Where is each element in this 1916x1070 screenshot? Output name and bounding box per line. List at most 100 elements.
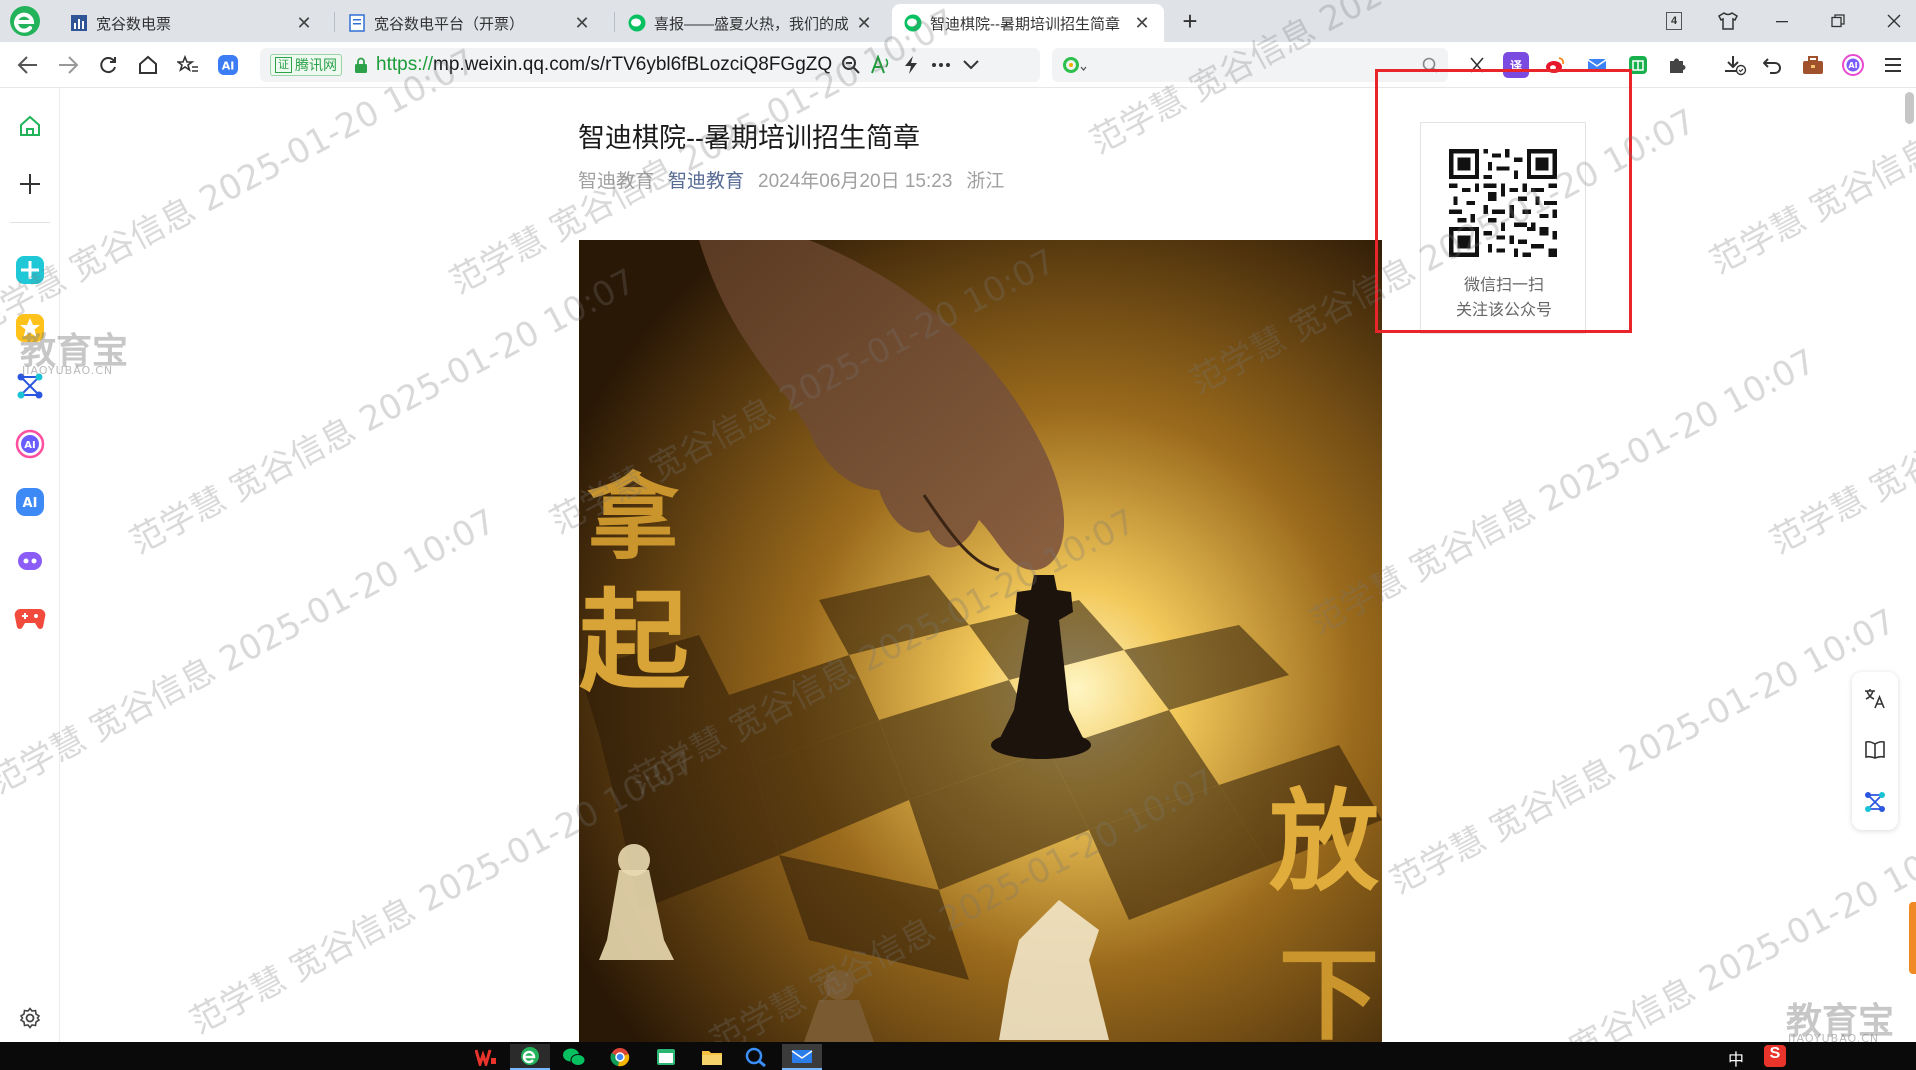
restore-button[interactable] bbox=[1818, 4, 1858, 38]
reload-button[interactable] bbox=[94, 51, 122, 79]
sidebar-app-ai[interactable]: AI bbox=[14, 486, 46, 518]
tab-title: 宽谷数电平台（开票） bbox=[374, 15, 525, 33]
toolbox-button[interactable] bbox=[1800, 52, 1826, 78]
taskbar-search-app[interactable] bbox=[736, 1044, 776, 1070]
taskbar-explorer[interactable] bbox=[692, 1044, 732, 1070]
read-aloud-button[interactable] bbox=[866, 50, 896, 80]
skin-button[interactable] bbox=[1708, 4, 1748, 38]
sidebar-settings[interactable] bbox=[14, 1002, 46, 1034]
chevron-down-icon bbox=[963, 60, 979, 70]
search-input[interactable] bbox=[1096, 52, 1396, 78]
close-icon[interactable]: ✕ bbox=[1132, 13, 1152, 33]
ai-ext-button[interactable]: AI bbox=[1840, 52, 1866, 78]
sidebar-app-cyan[interactable] bbox=[14, 254, 46, 286]
browser-icon bbox=[521, 1047, 539, 1065]
hero-text-xia: 下 bbox=[1279, 936, 1379, 1042]
tab-invoice[interactable]: 宽谷数电票 ✕ bbox=[58, 4, 326, 42]
home-icon bbox=[20, 115, 40, 136]
gear-icon bbox=[19, 1007, 41, 1029]
undo-close-button[interactable] bbox=[1760, 52, 1786, 78]
mail-icon bbox=[791, 1050, 813, 1063]
lock-icon[interactable] bbox=[354, 57, 368, 73]
shirt-icon bbox=[1718, 12, 1738, 30]
network-icon bbox=[1865, 792, 1885, 812]
close-window-button[interactable] bbox=[1874, 4, 1914, 38]
tab-title: 宽谷数电票 bbox=[96, 15, 172, 33]
tab-count-button[interactable]: 4 bbox=[1654, 4, 1694, 38]
svg-text:AI: AI bbox=[23, 496, 38, 511]
puzzle-icon bbox=[1670, 58, 1686, 73]
chart-favicon-icon bbox=[71, 15, 87, 31]
ai-assistant-button[interactable]: AI bbox=[214, 51, 242, 79]
minimize-button[interactable] bbox=[1762, 4, 1802, 38]
ime-indicator[interactable]: 中 bbox=[1728, 1046, 1744, 1070]
svg-text:AI: AI bbox=[1848, 61, 1857, 70]
watermark-text: 范学慧 宽谷信息 2025-01-20 10:07 bbox=[0, 501, 503, 803]
home-icon bbox=[139, 55, 157, 74]
speed-mode-button[interactable] bbox=[896, 50, 926, 80]
lightning-icon bbox=[905, 56, 917, 74]
watermark-text: 范学慧 宽谷信息 2025-01-20 10:07 bbox=[1763, 261, 1916, 563]
browser-logo-icon[interactable] bbox=[8, 4, 42, 38]
zoom-button[interactable] bbox=[836, 50, 866, 80]
tab-invoice-platform[interactable]: 宽谷数电平台（开票） ✕ bbox=[336, 4, 604, 42]
close-icon[interactable]: ✕ bbox=[854, 13, 874, 33]
tab-title: 智迪棋院--暑期培训招生简章 bbox=[930, 15, 1120, 33]
taskbar-wps[interactable] bbox=[466, 1044, 506, 1070]
sidebar-app-ai-chat[interactable]: AI bbox=[14, 428, 46, 460]
back-button[interactable] bbox=[14, 51, 42, 79]
chrome-icon bbox=[610, 1048, 630, 1067]
reader-mode-button[interactable] bbox=[1861, 736, 1889, 764]
robot-icon bbox=[18, 552, 42, 570]
sogou-ime-icon[interactable]: S bbox=[1764, 1045, 1786, 1067]
downloads-button[interactable] bbox=[1722, 52, 1748, 78]
close-icon[interactable]: ✕ bbox=[572, 13, 592, 33]
taskbar-app-window[interactable] bbox=[646, 1044, 686, 1070]
wechat-favicon-icon bbox=[628, 14, 646, 32]
sidebar-app-bot[interactable] bbox=[14, 544, 46, 576]
tab-wechat-news[interactable]: 喜报——盛夏火热，我们的成 ✕ bbox=[616, 4, 886, 42]
taskbar-browser[interactable] bbox=[510, 1044, 550, 1070]
site-verified-badge[interactable]: 证 腾讯网 bbox=[270, 54, 342, 76]
address-bar[interactable]: 证 腾讯网 https://mp.weixin.qq.com/s/rTV6ybl… bbox=[260, 48, 1040, 82]
account-name-link[interactable]: 智迪教育 bbox=[668, 166, 744, 193]
sidebar-add[interactable] bbox=[14, 168, 46, 200]
forward-button[interactable] bbox=[54, 51, 82, 79]
sidebar-home[interactable] bbox=[14, 110, 46, 142]
download-icon bbox=[1725, 56, 1747, 76]
taskbar-mail[interactable] bbox=[782, 1044, 822, 1070]
article-meta: 智迪教育 智迪教育 2024年06月20日 15:23 浙江 bbox=[578, 166, 1004, 193]
mindmap-button[interactable] bbox=[1861, 788, 1889, 816]
url-path: mp.weixin.qq.com/s/rTV6ybl6fBLozciQ8FGgZ… bbox=[433, 54, 833, 75]
wechat-icon bbox=[563, 1048, 586, 1066]
watermark-text: 范学慧 宽谷信息 2025-01-20 10:07 bbox=[1383, 601, 1903, 903]
tab-chess-article[interactable]: 智迪棋院--暑期培训招生简章 ✕ bbox=[892, 4, 1164, 42]
zoom-icon bbox=[842, 56, 860, 74]
hero-text-na: 拿 bbox=[587, 464, 679, 572]
read-aloud-icon bbox=[871, 55, 889, 74]
arrow-left-icon bbox=[17, 56, 37, 74]
ai-icon: AI bbox=[218, 55, 238, 75]
scrollbar-thumb[interactable] bbox=[1905, 92, 1914, 124]
arrow-right-icon bbox=[59, 56, 79, 74]
address-dropdown-button[interactable] bbox=[956, 50, 986, 80]
url-text[interactable]: https://mp.weixin.qq.com/s/rTV6ybl6fBLoz… bbox=[376, 54, 836, 76]
translate-page-button[interactable] bbox=[1861, 684, 1889, 712]
window-app-icon bbox=[657, 1049, 675, 1065]
menu-button[interactable] bbox=[1880, 52, 1906, 78]
sidebar-app-game[interactable] bbox=[14, 602, 46, 634]
side-pull-tab[interactable] bbox=[1909, 902, 1916, 974]
home-button[interactable] bbox=[134, 51, 162, 79]
close-icon[interactable]: ✕ bbox=[294, 13, 314, 33]
extensions-button[interactable] bbox=[1664, 52, 1690, 78]
publish-location: 浙江 bbox=[966, 171, 1005, 192]
tab-count: 4 bbox=[1666, 12, 1682, 30]
floating-tools bbox=[1852, 672, 1898, 830]
search-engine-icon[interactable] bbox=[1062, 56, 1088, 74]
favorites-button[interactable] bbox=[174, 51, 202, 79]
gamepad-icon bbox=[14, 609, 46, 629]
new-tab-button[interactable]: + bbox=[1176, 6, 1204, 36]
taskbar-wechat[interactable] bbox=[554, 1044, 594, 1070]
more-button[interactable] bbox=[926, 50, 956, 80]
taskbar-chrome[interactable] bbox=[600, 1044, 640, 1070]
